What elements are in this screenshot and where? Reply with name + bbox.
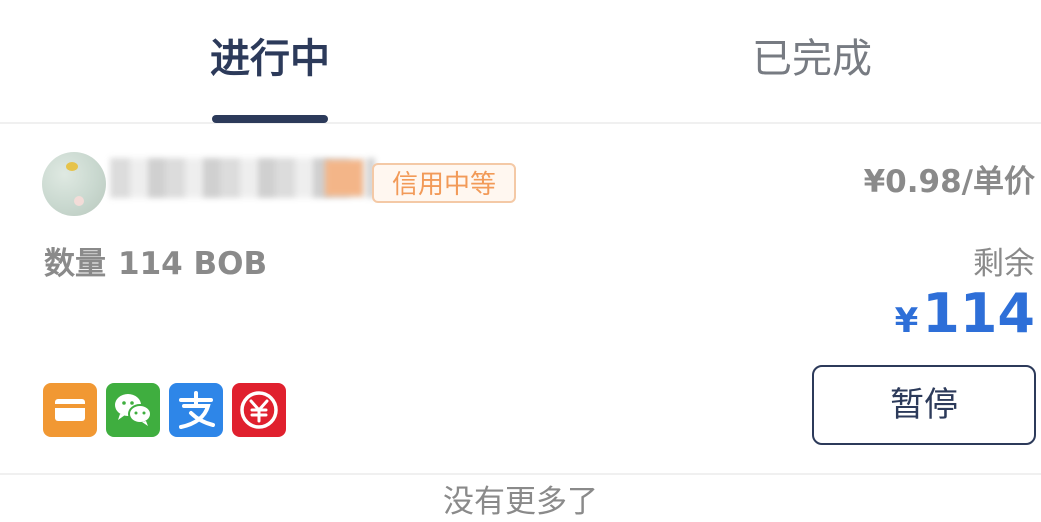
remaining-label: 剩余 — [973, 246, 1035, 282]
remaining-currency: ¥ — [894, 301, 919, 341]
avatar[interactable] — [42, 152, 106, 216]
remaining-value: 114 — [922, 282, 1035, 345]
quantity-value: 114 BOB — [118, 246, 268, 282]
quantity-label: 数量 — [44, 246, 106, 282]
tab-in-progress[interactable]: 进行中 — [210, 34, 330, 84]
alipay-icon — [169, 383, 223, 437]
pause-button[interactable]: 暂停 — [812, 365, 1036, 445]
active-tab-indicator — [212, 115, 328, 123]
list-divider — [0, 473, 1041, 475]
blurred-username-mark — [325, 160, 363, 196]
no-more-text: 没有更多了 — [443, 484, 598, 520]
tab-bar: 进行中 已完成 — [0, 0, 1041, 124]
wechat-pay-icon — [106, 383, 160, 437]
remaining-amount: ¥114 — [895, 283, 1035, 345]
quantity: 数量 114 BOB — [44, 243, 267, 285]
credit-badge: 信用中等 — [372, 163, 516, 203]
avatar-duck-detail — [66, 162, 78, 171]
unit-price: ¥0.98/单价 — [863, 164, 1035, 200]
digital-rmb-icon — [232, 383, 286, 437]
bank-card-icon — [43, 383, 97, 437]
tab-completed[interactable]: 已完成 — [752, 34, 872, 84]
avatar-flower-detail — [74, 196, 84, 206]
